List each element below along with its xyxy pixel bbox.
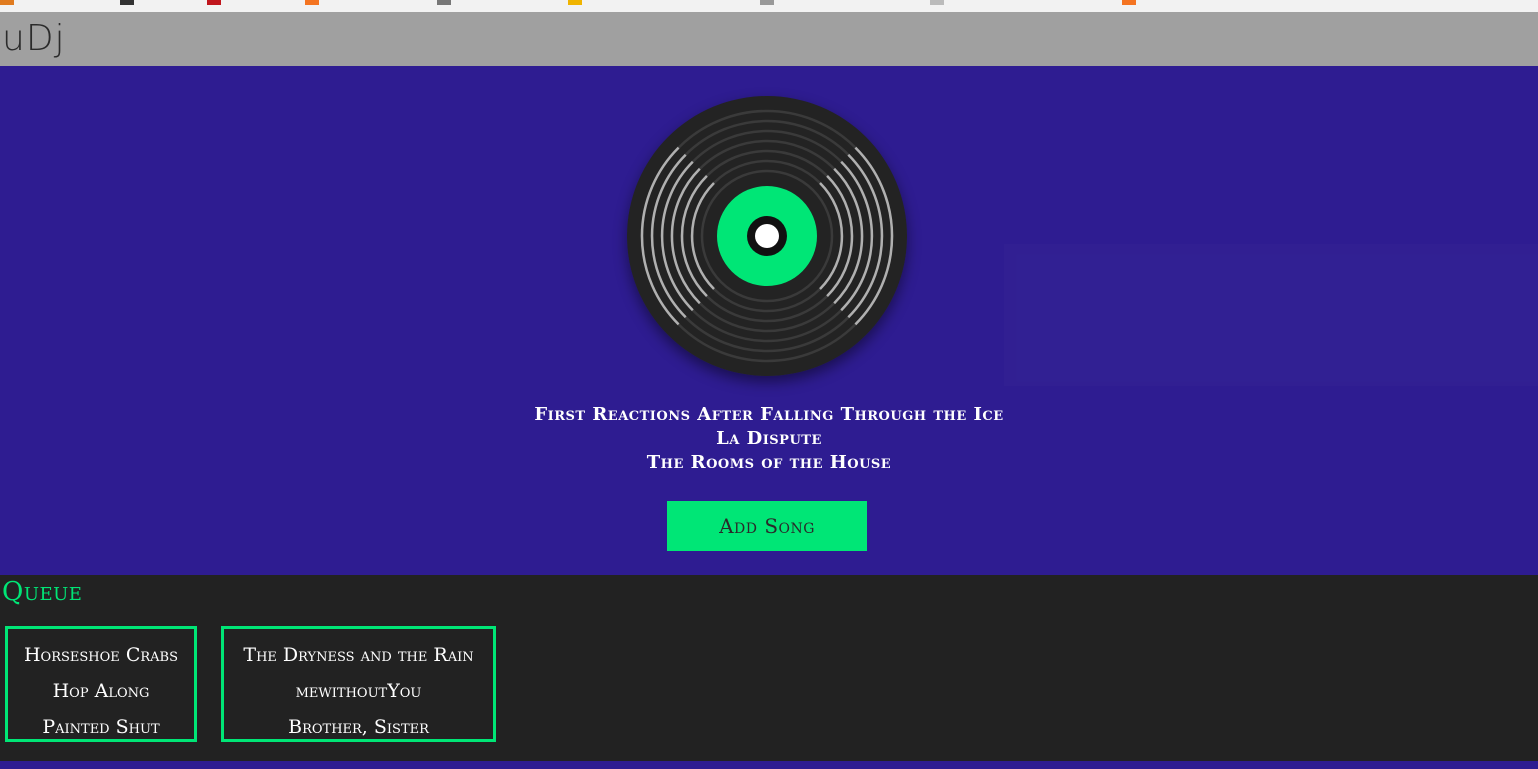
bookmark-favicon[interactable] [437, 0, 451, 5]
now-playing-song-title: First Reactions After Falling Through th… [534, 404, 1004, 425]
bookmark-favicon[interactable] [1122, 0, 1136, 5]
queue-item[interactable]: The Dryness and the Rain mewithoutYou Br… [221, 626, 496, 742]
add-song-button[interactable]: Add Song [667, 501, 867, 551]
bookmark-favicon[interactable] [760, 0, 774, 5]
queue-title: Queue [2, 577, 83, 607]
bookmark-favicon[interactable] [207, 0, 221, 5]
now-playing-artist: La Dispute [716, 428, 822, 449]
queue-item-artist: Hop Along [52, 680, 150, 702]
queue-item[interactable]: Horseshoe Crabs Hop Along Painted Shut [5, 626, 197, 742]
queue-item-album: Brother, Sister [288, 716, 429, 738]
bookmark-favicon[interactable] [120, 0, 134, 5]
bookmark-favicon[interactable] [0, 0, 14, 5]
app-header: uDj [0, 12, 1538, 66]
background-overlay [1004, 244, 1538, 386]
bookmark-favicon[interactable] [930, 0, 944, 5]
now-playing-section: First Reactions After Falling Through th… [0, 66, 1538, 575]
app-title: uDj [2, 18, 66, 59]
page-footer-strip [0, 761, 1538, 769]
now-playing-info: First Reactions After Falling Through th… [0, 403, 1538, 475]
queue-item-song: The Dryness and the Rain [243, 644, 474, 666]
queue-item-album: Painted Shut [42, 716, 160, 738]
bookmark-favicon[interactable] [305, 0, 319, 5]
queue-item-artist: mewithoutYou [295, 680, 422, 702]
bookmark-favicon[interactable] [568, 0, 582, 5]
vinyl-record-icon [627, 96, 907, 376]
queue-section: Queue Horseshoe Crabs Hop Along Painted … [0, 575, 1538, 761]
now-playing-album: The Rooms of the House [646, 452, 892, 473]
queue-item-song: Horseshoe Crabs [23, 644, 178, 666]
